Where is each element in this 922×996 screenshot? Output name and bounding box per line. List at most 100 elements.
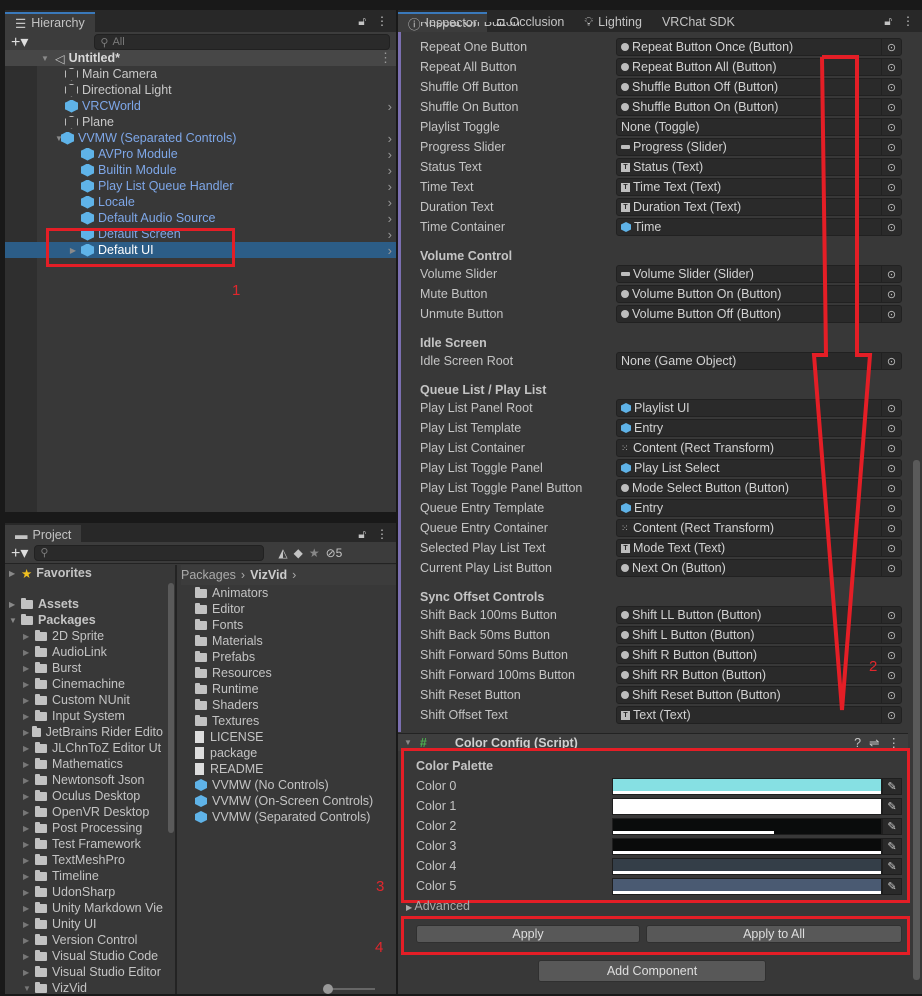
package-folder-item[interactable]: ▶ Visual Studio Code xyxy=(23,948,163,964)
package-folder-item[interactable]: ▶ Newtonsoft Json xyxy=(23,772,163,788)
chevron-right-icon[interactable]: › xyxy=(388,163,392,178)
project-file-item[interactable]: package xyxy=(195,745,257,761)
package-folder-item[interactable]: ▶ Version Control xyxy=(23,932,163,948)
package-folder-item[interactable]: ▶ Custom NUnit xyxy=(23,692,163,708)
package-folder-item[interactable]: ▶ Post Processing xyxy=(23,820,163,836)
kebab-menu-icon[interactable]: ⋮ xyxy=(376,14,388,29)
chevron-right-icon[interactable]: › xyxy=(388,195,392,210)
color-swatch[interactable] xyxy=(612,837,882,855)
icon-size-slider[interactable] xyxy=(323,984,375,994)
eyedropper-icon[interactable]: ✎ xyxy=(882,857,902,875)
eyedropper-icon[interactable]: ✎ xyxy=(882,797,902,815)
component-menu-icon[interactable]: ⋮ xyxy=(888,735,901,750)
favorites-item[interactable]: ▶ ★ Favorites xyxy=(9,565,163,581)
chevron-right-icon[interactable]: › xyxy=(388,243,392,258)
eyedropper-icon[interactable]: ✎ xyxy=(882,837,902,855)
package-folder-item[interactable]: ▶ Oculus Desktop xyxy=(23,788,163,804)
package-folder-item[interactable]: ▶ Burst xyxy=(23,660,163,676)
project-file-item[interactable]: Fonts xyxy=(195,617,243,633)
project-file-item[interactable]: Textures xyxy=(195,713,259,729)
eyedropper-icon[interactable]: ✎ xyxy=(882,817,902,835)
kebab-menu-icon[interactable]: ⋮ xyxy=(902,14,914,29)
tab-hierarchy[interactable]: ☰ Hierarchy xyxy=(5,12,95,32)
package-folder-item[interactable]: ▶ TextMeshPro xyxy=(23,852,163,868)
filter-by-label-icon[interactable]: ◆ xyxy=(294,546,303,560)
project-file-item[interactable]: Animators xyxy=(195,585,268,601)
apply-to-all-button[interactable]: Apply to All xyxy=(646,925,902,943)
project-file-item[interactable]: Materials xyxy=(195,633,263,649)
expand-arrow-icon[interactable]: ▶ xyxy=(67,246,79,255)
kebab-menu-icon[interactable]: ⋮ xyxy=(376,527,388,542)
packages-item[interactable]: ▼ Packages xyxy=(9,612,163,628)
chevron-right-icon[interactable]: › xyxy=(388,211,392,226)
chevron-right-icon[interactable]: › xyxy=(388,147,392,162)
color-swatch[interactable] xyxy=(612,797,882,815)
add-component-button[interactable]: Add Component xyxy=(538,960,766,982)
project-file-item[interactable]: Shaders xyxy=(195,697,259,713)
scene-menu-icon[interactable]: ⋮ xyxy=(379,50,392,66)
hierarchy-item[interactable]: Plane xyxy=(5,114,396,130)
scene-row[interactable]: ▼ ◁ Untitled* ⋮ xyxy=(5,50,396,66)
filter-by-type-icon[interactable]: ◭ xyxy=(278,546,287,560)
chevron-right-icon[interactable]: › xyxy=(388,179,392,194)
project-search-input[interactable]: ⚲ xyxy=(34,544,265,561)
advanced-foldout[interactable]: ▶ Advanced xyxy=(406,899,470,913)
color-swatch[interactable] xyxy=(612,877,882,895)
hierarchy-item[interactable]: VRCWorld › xyxy=(5,98,396,114)
color-swatch[interactable] xyxy=(612,857,882,875)
project-file-item[interactable]: VVMW (No Controls) xyxy=(195,777,329,793)
assets-item[interactable]: ▶ Assets xyxy=(9,596,163,612)
project-file-item[interactable]: VVMW (Separated Controls) xyxy=(195,809,370,825)
project-file-item[interactable]: Runtime xyxy=(195,681,259,697)
add-object-button[interactable]: +▾ xyxy=(11,32,28,52)
hierarchy-search-input[interactable]: ⚲ All xyxy=(94,34,390,50)
create-asset-button[interactable]: +▾ xyxy=(11,543,28,563)
project-file-item[interactable]: VVMW (On-Screen Controls) xyxy=(195,793,373,809)
inspector-scrollbar[interactable] xyxy=(913,460,920,980)
package-folder-item[interactable]: ▶ Timeline xyxy=(23,868,163,884)
package-folder-item[interactable]: ▶ Input System xyxy=(23,708,163,724)
object-picker-icon[interactable]: ⊙ xyxy=(881,39,901,55)
project-file-item[interactable]: Prefabs xyxy=(195,649,255,665)
package-folder-item[interactable]: ▶ UdonSharp xyxy=(23,884,163,900)
color-swatch[interactable] xyxy=(612,817,882,835)
color-swatch[interactable] xyxy=(612,777,882,795)
eyedropper-icon[interactable]: ✎ xyxy=(882,777,902,795)
project-file-item[interactable]: LICENSE xyxy=(195,729,264,745)
hierarchy-item[interactable]: ▼ VVMW (Separated Controls) › xyxy=(5,130,396,146)
hierarchy-item[interactable]: Directional Light xyxy=(5,82,396,98)
package-folder-item[interactable]: ▶ JetBrains Rider Edito xyxy=(23,724,163,740)
package-folder-item[interactable]: ▶ OpenVR Desktop xyxy=(23,804,163,820)
package-folder-item[interactable]: ▶ Mathematics xyxy=(23,756,163,772)
project-file-item[interactable]: Resources xyxy=(195,665,272,681)
hierarchy-item[interactable]: Locale › xyxy=(5,194,396,210)
hierarchy-item[interactable]: Default Audio Source › xyxy=(5,210,396,226)
chevron-right-icon[interactable]: › xyxy=(388,131,392,146)
package-folder-item[interactable]: ▶ 2D Sprite xyxy=(23,628,163,644)
eyedropper-icon[interactable]: ✎ xyxy=(882,877,902,895)
package-folder-item[interactable]: ▶ JLChnToZ Editor Ut xyxy=(23,740,163,756)
lock-icon[interactable]: 🔓︎ xyxy=(358,527,366,542)
project-file-item[interactable]: README xyxy=(195,761,263,777)
hierarchy-item[interactable]: Default Screen › xyxy=(5,226,396,242)
chevron-right-icon[interactable]: › xyxy=(388,99,392,114)
package-folder-item[interactable]: ▶ Visual Studio Editor xyxy=(23,964,163,980)
hierarchy-item[interactable]: ▶ Default UI › xyxy=(5,242,396,258)
object-field[interactable]: Repeat Button Once (Button) ⊙ xyxy=(616,38,902,56)
lock-icon[interactable]: 🔓︎ xyxy=(358,14,366,29)
hierarchy-item[interactable]: Play List Queue Handler › xyxy=(5,178,396,194)
breadcrumb-vizvid[interactable]: VizVid xyxy=(250,568,287,582)
package-folder-item[interactable]: ▶ Cinemachine xyxy=(23,676,163,692)
component-header[interactable]: ▼ # Color Config (Script) ? ⇌ ⋮ xyxy=(398,733,908,751)
tree-scrollbar[interactable] xyxy=(168,583,174,833)
breadcrumb-packages[interactable]: Packages xyxy=(181,568,236,582)
hierarchy-item[interactable]: Main Camera xyxy=(5,66,396,82)
package-folder-item[interactable]: ▶ Unity Markdown Vie xyxy=(23,900,163,916)
hidden-packages-toggle[interactable]: ⊘5 xyxy=(326,546,343,560)
help-icon[interactable]: ? xyxy=(854,736,861,750)
expand-arrow-icon[interactable]: ▼ xyxy=(39,54,51,63)
apply-button[interactable]: Apply xyxy=(416,925,640,943)
hierarchy-item[interactable]: Builtin Module › xyxy=(5,162,396,178)
hierarchy-item[interactable]: AVPro Module › xyxy=(5,146,396,162)
package-folder-item[interactable]: ▶ AudioLink xyxy=(23,644,163,660)
